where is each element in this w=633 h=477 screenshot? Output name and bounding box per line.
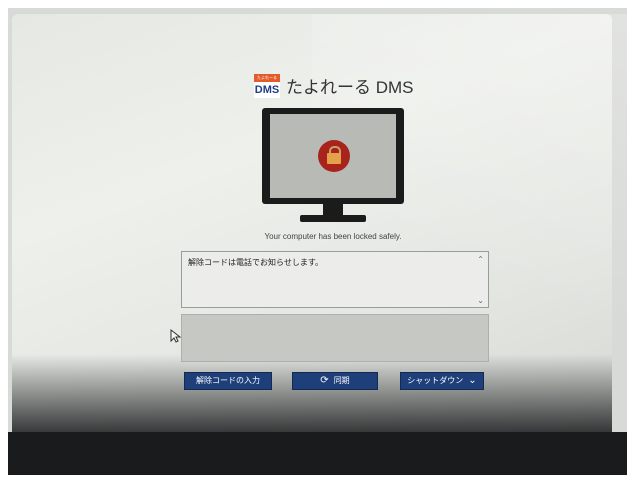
unlock-code-area[interactable] bbox=[181, 314, 489, 362]
notice-text: 解除コードは電話でお知らせします。 bbox=[188, 258, 324, 267]
lock-icon bbox=[318, 140, 350, 172]
sync-button[interactable]: ⟳ 同期 bbox=[292, 372, 378, 390]
monitor-screen bbox=[270, 114, 396, 198]
app-title: たよれーる DMS bbox=[286, 78, 414, 97]
app-logo: たよれーる DMS bbox=[254, 73, 280, 98]
enter-unlock-code-button[interactable]: 解除コードの入力 bbox=[184, 372, 272, 390]
chevron-down-icon: ⌄ bbox=[468, 375, 477, 386]
notice-textbox[interactable]: 解除コードは電話でお知らせします。 ⌃ ⌄ bbox=[181, 251, 489, 308]
scroll-up-icon[interactable]: ⌃ bbox=[477, 255, 484, 264]
enter-unlock-code-label: 解除コードの入力 bbox=[196, 376, 260, 385]
monitor-bezel bbox=[8, 432, 627, 475]
lock-message: Your computer has been locked safely. bbox=[264, 232, 402, 241]
shutdown-button[interactable]: シャットダウン ⌄ bbox=[400, 372, 484, 390]
screen-shadow bbox=[12, 354, 612, 434]
monitor-stand-base bbox=[300, 215, 366, 222]
lock-body bbox=[327, 153, 341, 164]
logo-top-text: たよれーる bbox=[254, 73, 280, 82]
mouse-cursor-icon bbox=[170, 329, 182, 343]
scroll-down-icon[interactable]: ⌄ bbox=[477, 296, 484, 305]
app-header: たよれーる DMS たよれーる DMS bbox=[254, 73, 414, 98]
shutdown-label: シャットダウン bbox=[407, 376, 464, 385]
sync-icon: ⟳ bbox=[320, 375, 329, 386]
logo-main-text: DMS bbox=[254, 81, 280, 98]
monitor-illustration bbox=[262, 108, 404, 204]
sync-label: 同期 bbox=[333, 376, 350, 385]
